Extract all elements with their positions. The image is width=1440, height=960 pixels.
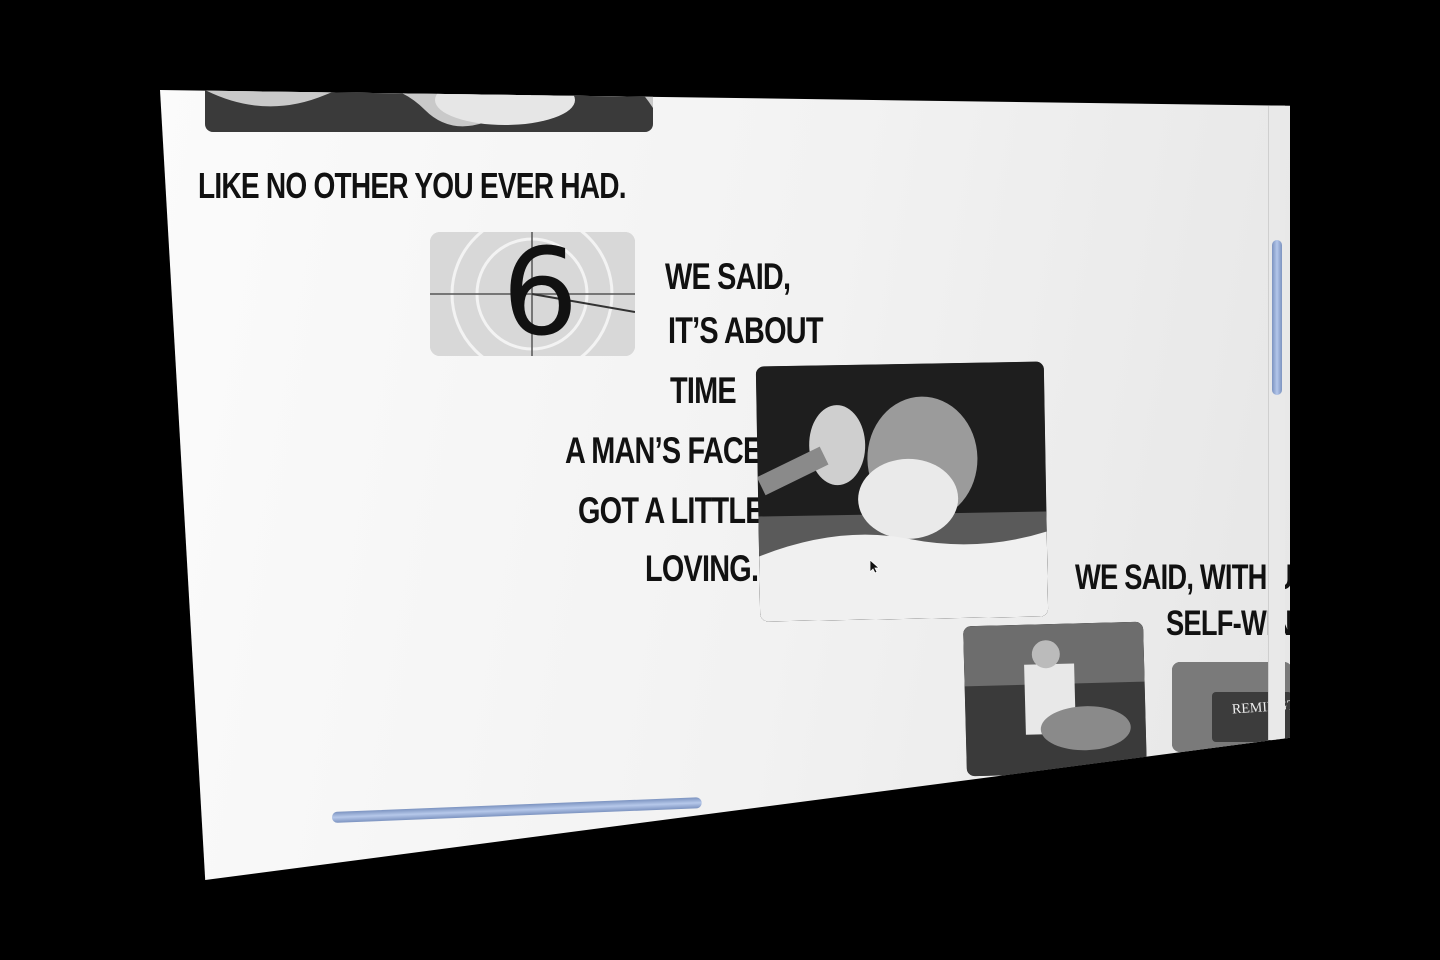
browser-viewport: LIKE NO OTHER YOU EVER HAD. 6 WE SAID, I… <box>160 90 1290 880</box>
mouse-pointer-icon <box>870 560 880 574</box>
man-being-shaved-image <box>755 361 1049 622</box>
line-we-said: WE SAID, <box>665 256 791 297</box>
line-with-ubiks: WE SAID, WITH UBIK’S <box>1075 558 1290 597</box>
horizontal-scrollbar-thumb[interactable] <box>331 797 702 823</box>
barber-image <box>963 621 1147 777</box>
line-its-about: IT’S ABOUT <box>668 310 823 351</box>
line-a-mans-face: A MAN’S FACE <box>565 430 762 471</box>
line-time: TIME <box>670 370 737 411</box>
line-loving: LOVING. <box>645 548 759 589</box>
headline-like-no-other: LIKE NO OTHER YOU EVER HAD. <box>198 165 627 206</box>
countdown-number: 6 <box>502 232 579 356</box>
vertical-scrollbar-track[interactable] <box>1268 100 1285 740</box>
vertical-scrollbar-thumb[interactable] <box>1272 240 1282 395</box>
barbershop-top-image <box>205 90 653 132</box>
film-countdown-image: 6 <box>430 232 635 356</box>
line-got-a-little: GOT A LITTLE <box>578 490 764 531</box>
